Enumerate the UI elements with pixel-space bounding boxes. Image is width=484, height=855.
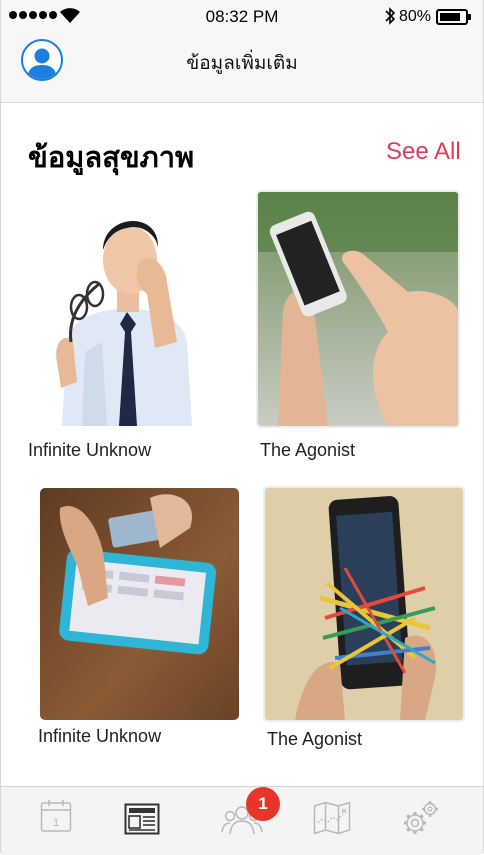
card-title[interactable]: The Agonist [260, 440, 355, 461]
card-image-tablet[interactable] [40, 488, 239, 720]
bluetooth-icon [385, 7, 396, 25]
notification-badge: 1 [246, 787, 280, 821]
status-bar: 08:32 PM 80% [1, 0, 483, 32]
battery-icon [436, 9, 471, 25]
tab-settings[interactable] [401, 799, 441, 842]
calendar-day-number: 1 [53, 817, 59, 829]
card-title[interactable]: Infinite Unknow [28, 440, 151, 461]
app-screen: 08:32 PM 80% ข้อมูลเพิ่มเติม ข้อมูลสุขภา… [0, 0, 484, 855]
battery-percentage: 80% [399, 8, 432, 25]
tab-bar: 1 [1, 786, 483, 855]
card-image-man-rubbing-eyes[interactable] [27, 192, 227, 426]
card-title[interactable]: The Agonist [267, 729, 362, 750]
settings-gears-icon [404, 801, 438, 834]
tab-map[interactable] [313, 801, 351, 840]
card-title[interactable]: Infinite Unknow [38, 726, 161, 747]
card-image-hands-smartphone[interactable] [256, 190, 460, 428]
card-image-rubber-band-phone[interactable] [263, 486, 465, 722]
section-title: ข้อมูลสุขภาพ [28, 142, 195, 174]
news-icon [124, 803, 160, 835]
see-all-link[interactable]: See All [386, 138, 461, 166]
navigation-bar: ข้อมูลเพิ่มเติม [1, 32, 483, 103]
calendar-icon: 1 [40, 800, 72, 832]
map-icon [313, 801, 351, 835]
tab-news[interactable] [124, 803, 160, 840]
page-title: ข้อมูลเพิ่มเติม [186, 53, 298, 74]
tab-calendar[interactable]: 1 [40, 799, 72, 838]
